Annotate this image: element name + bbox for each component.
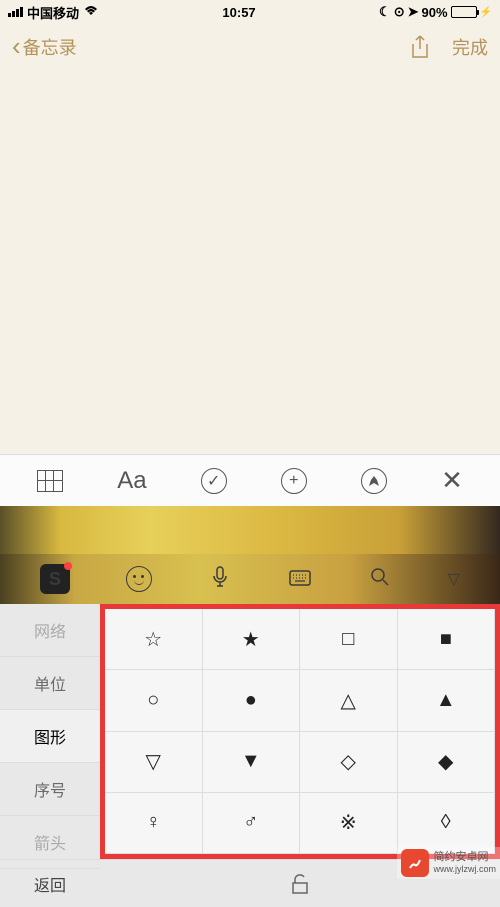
search-button[interactable] bbox=[368, 565, 392, 594]
status-left: 中国移动 bbox=[8, 3, 99, 22]
emoji-button[interactable] bbox=[126, 566, 152, 592]
back-button[interactable]: ‹ 备忘录 bbox=[12, 31, 77, 62]
symbol-key[interactable]: △ bbox=[300, 670, 398, 731]
category-shapes[interactable]: 图形 bbox=[0, 710, 100, 763]
symbol-key[interactable]: ★ bbox=[203, 609, 301, 670]
watermark-text: 简约安卓网 www.jylzwj.com bbox=[433, 851, 496, 875]
symbol-key[interactable]: ▽ bbox=[105, 732, 203, 793]
symbol-key[interactable]: ▼ bbox=[203, 732, 301, 793]
text-format-button[interactable]: Aa bbox=[117, 467, 146, 495]
close-keyboard-button[interactable]: ✕ bbox=[441, 465, 463, 496]
notification-dot bbox=[64, 562, 72, 570]
symbol-key[interactable]: ◆ bbox=[398, 732, 496, 793]
table-button[interactable] bbox=[37, 470, 63, 492]
format-toolbar: Aa ✓ + ✕ bbox=[0, 454, 500, 506]
symbol-key[interactable]: ● bbox=[203, 670, 301, 731]
keyboard-switch-button[interactable] bbox=[288, 565, 312, 594]
symbol-key[interactable]: ■ bbox=[398, 609, 496, 670]
watermark-url: www.jylzwj.com bbox=[433, 864, 496, 875]
category-numbers[interactable]: 序号 bbox=[0, 763, 100, 816]
symbol-key[interactable]: ▲ bbox=[398, 670, 496, 731]
check-icon: ✓ bbox=[207, 471, 220, 491]
watermark-title: 简约安卓网 bbox=[433, 851, 496, 864]
pen-icon bbox=[367, 474, 381, 488]
note-content-area[interactable] bbox=[0, 69, 500, 454]
category-units[interactable]: 单位 bbox=[0, 657, 100, 710]
status-right: ☾ ⊙ ➤ 90% ⚡ bbox=[379, 4, 492, 20]
return-button[interactable]: 返回 bbox=[0, 860, 100, 907]
charging-icon: ⚡ bbox=[480, 7, 492, 18]
nav-bar: ‹ 备忘录 完成 bbox=[0, 24, 500, 69]
symbol-key[interactable]: ◊ bbox=[398, 793, 496, 854]
unlock-icon bbox=[290, 873, 310, 895]
symbol-key[interactable]: ♂ bbox=[203, 793, 301, 854]
symbol-key[interactable]: ※ bbox=[300, 793, 398, 854]
collapse-button[interactable]: ▽ bbox=[448, 569, 460, 589]
back-label: 备忘录 bbox=[23, 34, 77, 60]
symbol-panel: 网络 单位 图形 序号 箭头 ☆ ★ □ ■ ○ ● △ ▲ ▽ ▼ ◇ ◆ ♀… bbox=[0, 604, 500, 859]
symbol-key[interactable]: ○ bbox=[105, 670, 203, 731]
symbol-key[interactable]: ♀ bbox=[105, 793, 203, 854]
status-bar: 中国移动 10:57 ☾ ⊙ ➤ 90% ⚡ bbox=[0, 0, 500, 24]
chevron-left-icon: ‹ bbox=[12, 31, 21, 62]
symbol-key[interactable]: □ bbox=[300, 609, 398, 670]
alarm-icon: ⊙ bbox=[394, 4, 405, 20]
watermark: 简约安卓网 www.jylzwj.com bbox=[397, 847, 500, 879]
plus-icon: + bbox=[289, 472, 298, 490]
battery-pct: 90% bbox=[422, 5, 448, 20]
location-icon: ➤ bbox=[408, 4, 419, 20]
symbol-grid-highlight: ☆ ★ □ ■ ○ ● △ ▲ ▽ ▼ ◇ ◆ ♀ ♂ ※ ◊ bbox=[100, 604, 500, 859]
category-sidebar: 网络 单位 图形 序号 箭头 bbox=[0, 604, 100, 859]
sogou-s: S bbox=[49, 569, 61, 590]
symbol-grid: ☆ ★ □ ■ ○ ● △ ▲ ▽ ▼ ◇ ◆ ♀ ♂ ※ ◊ bbox=[105, 609, 495, 854]
wifi-icon bbox=[83, 5, 99, 20]
checklist-button[interactable]: ✓ bbox=[201, 468, 227, 494]
mic-button[interactable] bbox=[208, 565, 232, 594]
symbol-key[interactable]: ☆ bbox=[105, 609, 203, 670]
battery-icon bbox=[451, 6, 477, 18]
carrier-label: 中国移动 bbox=[27, 3, 79, 22]
symbol-key[interactable]: ◇ bbox=[300, 732, 398, 793]
done-button[interactable]: 完成 bbox=[452, 34, 488, 60]
watermark-logo-icon bbox=[401, 849, 429, 877]
sogou-logo-button[interactable]: S bbox=[40, 564, 70, 594]
category-network[interactable]: 网络 bbox=[0, 604, 100, 657]
table-icon bbox=[37, 470, 63, 492]
moon-icon: ☾ bbox=[379, 4, 391, 20]
signal-icon bbox=[8, 7, 23, 17]
clock: 10:57 bbox=[222, 5, 255, 20]
photo-strip bbox=[0, 506, 500, 554]
add-button[interactable]: + bbox=[281, 468, 307, 494]
share-button[interactable] bbox=[410, 35, 430, 59]
draw-button[interactable] bbox=[361, 468, 387, 494]
keyboard-toolbar: S ▽ bbox=[0, 554, 500, 604]
